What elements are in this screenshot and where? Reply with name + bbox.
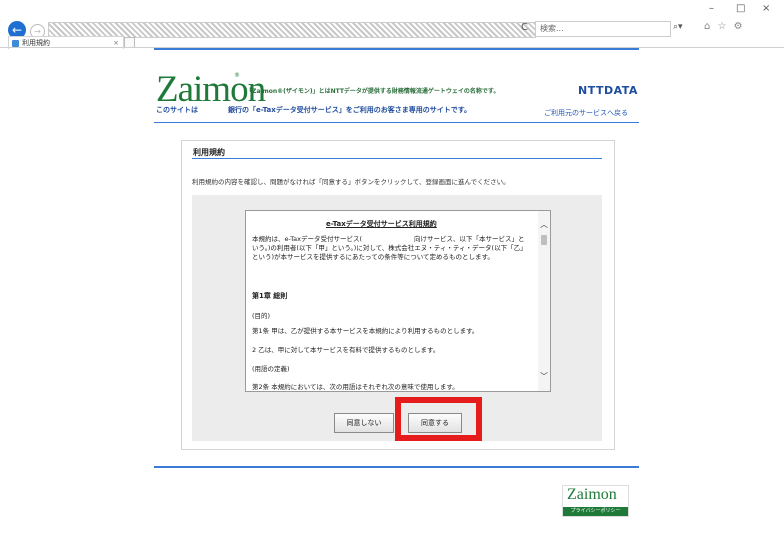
- header-rule: [154, 122, 639, 123]
- scrollbar[interactable]: ︿ ﹀: [538, 211, 550, 391]
- page-title: 利用規約: [193, 148, 225, 157]
- page-icon: [12, 39, 19, 47]
- nttdata-logo: NTTDATA: [578, 84, 638, 97]
- highlight-box: [395, 397, 482, 441]
- minimize-button[interactable]: –: [709, 3, 714, 14]
- title-rule: [192, 158, 602, 159]
- article-1: 第1条 甲は、乙が提供する本サービスを本規約により利用するものとします。: [252, 327, 479, 335]
- maximize-button[interactable]: □: [736, 3, 745, 14]
- terms-heading: e-Taxデータ受付サービス利用規約: [326, 220, 437, 228]
- terms-intro: 本規約は、e-Taxデータ受付サービス( 向けサービス、以下「本サービス」という…: [252, 235, 527, 261]
- footer-logo-text: Zaimon: [567, 486, 617, 503]
- chevron-up-icon[interactable]: ︿: [540, 219, 548, 230]
- instruction-text: 利用規約の内容を確認し、問題がなければ「同意する」ボタンをクリックして、登録画面…: [192, 178, 510, 186]
- article-1-paragraph-2: 2 乙は、甲に対して本サービスを有料で提供するものとします。: [252, 346, 440, 354]
- search-icon[interactable]: ⌕▾: [673, 22, 683, 32]
- arrow-right-icon: →: [34, 27, 41, 36]
- toolbar-icons[interactable]: ⌂ ☆ ⚙: [704, 21, 745, 32]
- return-link[interactable]: ご利用元のサービスへ戻る: [544, 108, 628, 118]
- top-rule: [154, 48, 639, 50]
- site-description: 銀行の「e-Taxデータ受付サービス」をご利用のお客さま専用のサイトです。: [228, 106, 472, 114]
- privacy-policy-link[interactable]: プライバシーポリシー: [563, 507, 628, 516]
- footer-rule: [154, 466, 639, 468]
- tagline: 「Zaimon®(ザイモン)」とはNTTデータが提供する財務情報流通ゲートウェイ…: [246, 88, 500, 95]
- section-heading-purpose: (目的): [252, 312, 271, 320]
- chevron-down-icon[interactable]: ﹀: [540, 371, 548, 382]
- close-window-button[interactable]: ×: [762, 3, 770, 14]
- disagree-button[interactable]: 同意しない: [334, 413, 394, 433]
- terms-document[interactable]: e-Taxデータ受付サービス利用規約 本規約は、e-Taxデータ受付サービス( …: [245, 210, 551, 392]
- arrow-left-icon: ←: [11, 23, 23, 37]
- chapter-heading: 第1章 総則: [252, 292, 288, 300]
- tab-title: 利用規約: [22, 39, 50, 47]
- article-2: 第2条 本規約においては、次の用語はそれぞれ次の意味で使用します。: [252, 383, 459, 391]
- site-prefix: このサイトは: [156, 106, 198, 114]
- search-input[interactable]: 検索...: [535, 21, 671, 37]
- footer-logo[interactable]: Zaimon プライバシーポリシー: [562, 485, 629, 517]
- section-heading-definitions: (用語の定義): [252, 365, 290, 373]
- refresh-icon[interactable]: C: [521, 22, 528, 33]
- scrollbar-thumb[interactable]: [541, 235, 547, 245]
- logo-trademark: ®: [234, 72, 240, 79]
